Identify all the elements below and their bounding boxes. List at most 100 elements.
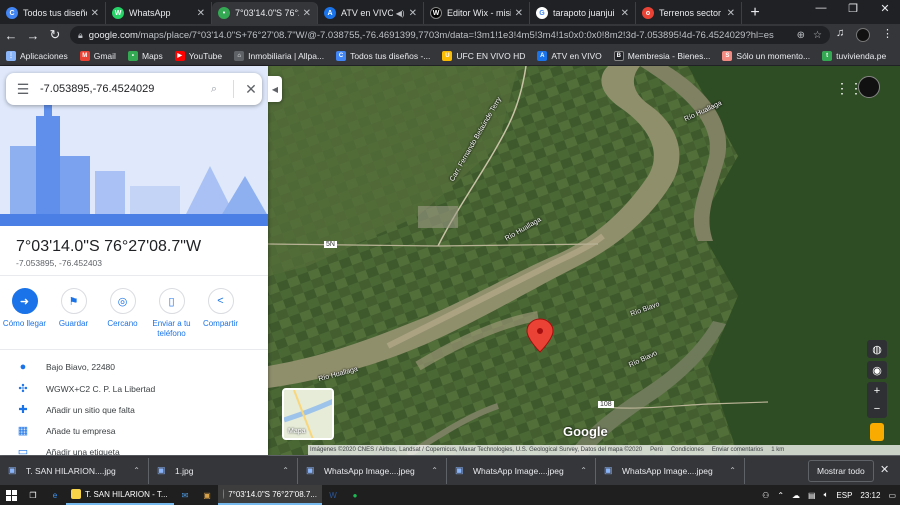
- plus-code-row[interactable]: ✣ WGWX+C2 C. P. La Libertad: [16, 382, 155, 395]
- terms-link[interactable]: Condiciones: [671, 447, 704, 453]
- browser-tab[interactable]: W WhatsApp ✕: [106, 2, 212, 24]
- address-row[interactable]: ● Bajo Biavo, 22480: [16, 361, 115, 373]
- browser-tab[interactable]: o Terrenos sector ba ✕: [636, 2, 742, 24]
- collapse-panel-button[interactable]: ◀: [268, 76, 282, 102]
- bookmark-inmobiliaria[interactable]: ⌂ Inmobiliaria | Allpa...: [234, 50, 324, 61]
- forward-icon[interactable]: →: [22, 28, 44, 43]
- chevron-up-icon[interactable]: ⌃: [729, 466, 736, 475]
- close-window-button[interactable]: ✕: [870, 2, 900, 15]
- task-view-icon[interactable]: ❐: [22, 485, 44, 505]
- clock[interactable]: 23:12: [860, 491, 880, 500]
- hamburger-menu-icon[interactable]: ☰: [6, 81, 40, 98]
- browser-tab[interactable]: A ATV en VIVO ◀) ✕: [318, 2, 424, 24]
- tab-close-icon[interactable]: ✕: [91, 8, 99, 19]
- bookmark-gmail[interactable]: M Gmail: [79, 50, 116, 61]
- language-indicator[interactable]: ESP: [836, 491, 852, 500]
- zoom-in-button[interactable]: +: [867, 382, 887, 400]
- taskbar-item-chrome[interactable]: 7°03'14.0"S 76°27'08.7...: [218, 485, 322, 505]
- save-button[interactable]: ⚑ Guardar: [49, 288, 98, 339]
- back-icon[interactable]: ←: [0, 28, 22, 43]
- tab-close-icon[interactable]: ✕: [515, 8, 523, 19]
- chevron-up-icon[interactable]: ⌃: [133, 466, 140, 475]
- bookmark-maps[interactable]: • Maps: [127, 50, 163, 61]
- photos-icon[interactable]: ▣: [196, 485, 218, 505]
- bookmark-tuvivienda[interactable]: t tuvivienda.pe: [822, 50, 886, 61]
- browser-tab-active[interactable]: • 7°03'14.0"S 76°27'0 ✕: [212, 2, 318, 24]
- satellite-map[interactable]: Río Huallaga Río Huallaga Río Biavo Río …: [268, 66, 900, 455]
- add-missing-place-row[interactable]: ✚ Añadir un sitio que falta: [16, 403, 134, 416]
- show-all-downloads-button[interactable]: Mostrar todo: [808, 460, 874, 482]
- tab-close-icon[interactable]: ✕: [197, 8, 205, 19]
- bookmark-apps[interactable]: ⋮ Aplicaciones: [6, 50, 68, 61]
- browser-menu-icon[interactable]: ⋮: [882, 27, 893, 40]
- chevron-up-icon[interactable]: ⌃: [282, 466, 289, 475]
- browser-tab[interactable]: Gtarapoto juanjui - ✕: [530, 2, 636, 24]
- tab-close-icon[interactable]: ✕: [303, 8, 311, 19]
- bookmark-solo-un-momento[interactable]: S Sólo un momento...: [722, 50, 810, 61]
- download-item[interactable]: ▣ WhatsApp Image....jpeg ⌃: [298, 457, 447, 484]
- scale-bar[interactable]: 1 km: [771, 447, 784, 453]
- search-icon[interactable]: ⌕: [201, 83, 227, 96]
- account-avatar[interactable]: [858, 76, 880, 98]
- onedrive-icon[interactable]: ☁: [792, 491, 800, 500]
- start-button[interactable]: [0, 485, 22, 505]
- close-downloads-icon[interactable]: ✕: [880, 463, 889, 476]
- globe-view-button[interactable]: ◍: [867, 340, 887, 358]
- tab-close-icon[interactable]: ✕: [727, 8, 735, 19]
- reload-icon[interactable]: ↻: [44, 27, 66, 43]
- map-layer-toggle[interactable]: Mapa: [282, 388, 334, 440]
- volume-icon[interactable]: 🔈︎: [824, 490, 829, 500]
- download-item[interactable]: ▣ T. SAN HILARION....jpg ⌃: [0, 457, 149, 484]
- share-button[interactable]: < Compartir: [196, 288, 245, 339]
- search-input[interactable]: [40, 83, 201, 95]
- bookmark-star-icon[interactable]: ☆: [813, 30, 822, 41]
- image-file-icon: ▣: [8, 465, 17, 475]
- browser-tab[interactable]: C Todos tus diseños ✕: [0, 2, 106, 24]
- url-text[interactable]: google.com/maps/place/7°03'14.0"S+76°27'…: [89, 30, 789, 41]
- bookmark-canva[interactable]: C Todos tus diseños -...: [336, 50, 430, 61]
- media-control-icon[interactable]: ♫: [836, 27, 844, 39]
- mail-icon[interactable]: ✉: [174, 485, 196, 505]
- download-item[interactable]: ▣ WhatsApp Image....jpeg ⌃: [596, 457, 745, 484]
- spotify-icon[interactable]: ●: [344, 485, 366, 505]
- chevron-up-icon[interactable]: ⌃: [431, 466, 438, 475]
- bookmark-ufc[interactable]: U UFC EN VIVO HD: [442, 50, 525, 61]
- audio-playing-icon[interactable]: ◀): [396, 9, 405, 18]
- send-to-phone-button[interactable]: ▯ Enviar a tu teléfono: [147, 288, 196, 339]
- tab-close-icon[interactable]: ✕: [409, 8, 417, 19]
- profile-avatar[interactable]: [856, 28, 870, 42]
- my-location-button[interactable]: ◉: [867, 361, 887, 379]
- bookmark-atv[interactable]: A ATV en VIVO: [537, 50, 602, 61]
- download-item[interactable]: ▣ 1.jpg ⌃: [149, 457, 298, 484]
- edge-icon[interactable]: e: [44, 485, 66, 505]
- chevron-up-icon[interactable]: ⌃: [580, 466, 587, 475]
- show-hidden-icons-icon[interactable]: ⌃: [777, 491, 784, 500]
- street-view-pegman-icon[interactable]: [870, 423, 884, 441]
- people-icon[interactable]: ⚇: [762, 491, 769, 500]
- location-icon[interactable]: ⊕: [797, 30, 805, 41]
- notifications-icon[interactable]: ▭: [888, 491, 896, 500]
- download-item[interactable]: ▣ WhatsApp Image....jpeg ⌃: [447, 457, 596, 484]
- browser-tab[interactable]: W Editor Wix - misitio ✕: [424, 2, 530, 24]
- send-feedback-link[interactable]: Enviar comentarios: [712, 447, 763, 453]
- add-business-row[interactable]: ▦ Añade tu empresa: [16, 424, 116, 437]
- address-bar[interactable]: 🔒︎ google.com/maps/place/7°03'14.0"S+76°…: [70, 26, 830, 44]
- nearby-button[interactable]: ◎ Cercano: [98, 288, 147, 339]
- country-link[interactable]: Perú: [650, 447, 663, 453]
- bookmark-youtube[interactable]: ▶ YouTube: [174, 50, 222, 61]
- tab-close-icon[interactable]: ✕: [621, 8, 629, 19]
- minimize-button[interactable]: —: [806, 2, 836, 14]
- directions-button[interactable]: ➜ Cómo llegar: [0, 288, 49, 339]
- new-tab-button[interactable]: +: [742, 2, 768, 24]
- clear-search-icon[interactable]: ✕: [240, 81, 262, 98]
- plus-code-icon: ✣: [18, 383, 28, 395]
- word-icon[interactable]: W: [322, 485, 344, 505]
- taskbar-item-explorer[interactable]: T. SAN HILARION - T...: [66, 485, 174, 505]
- zoom-out-button[interactable]: −: [867, 400, 887, 418]
- restore-button[interactable]: ❐: [838, 2, 868, 15]
- lock-icon[interactable]: 🔒︎: [78, 30, 83, 41]
- satellite-imagery[interactable]: [268, 66, 900, 455]
- network-icon[interactable]: ▤: [808, 491, 816, 500]
- add-label-row[interactable]: ▭ Añadir una etiqueta: [16, 445, 120, 455]
- bookmark-membresia[interactable]: B Membresia - Bienes...: [613, 50, 710, 61]
